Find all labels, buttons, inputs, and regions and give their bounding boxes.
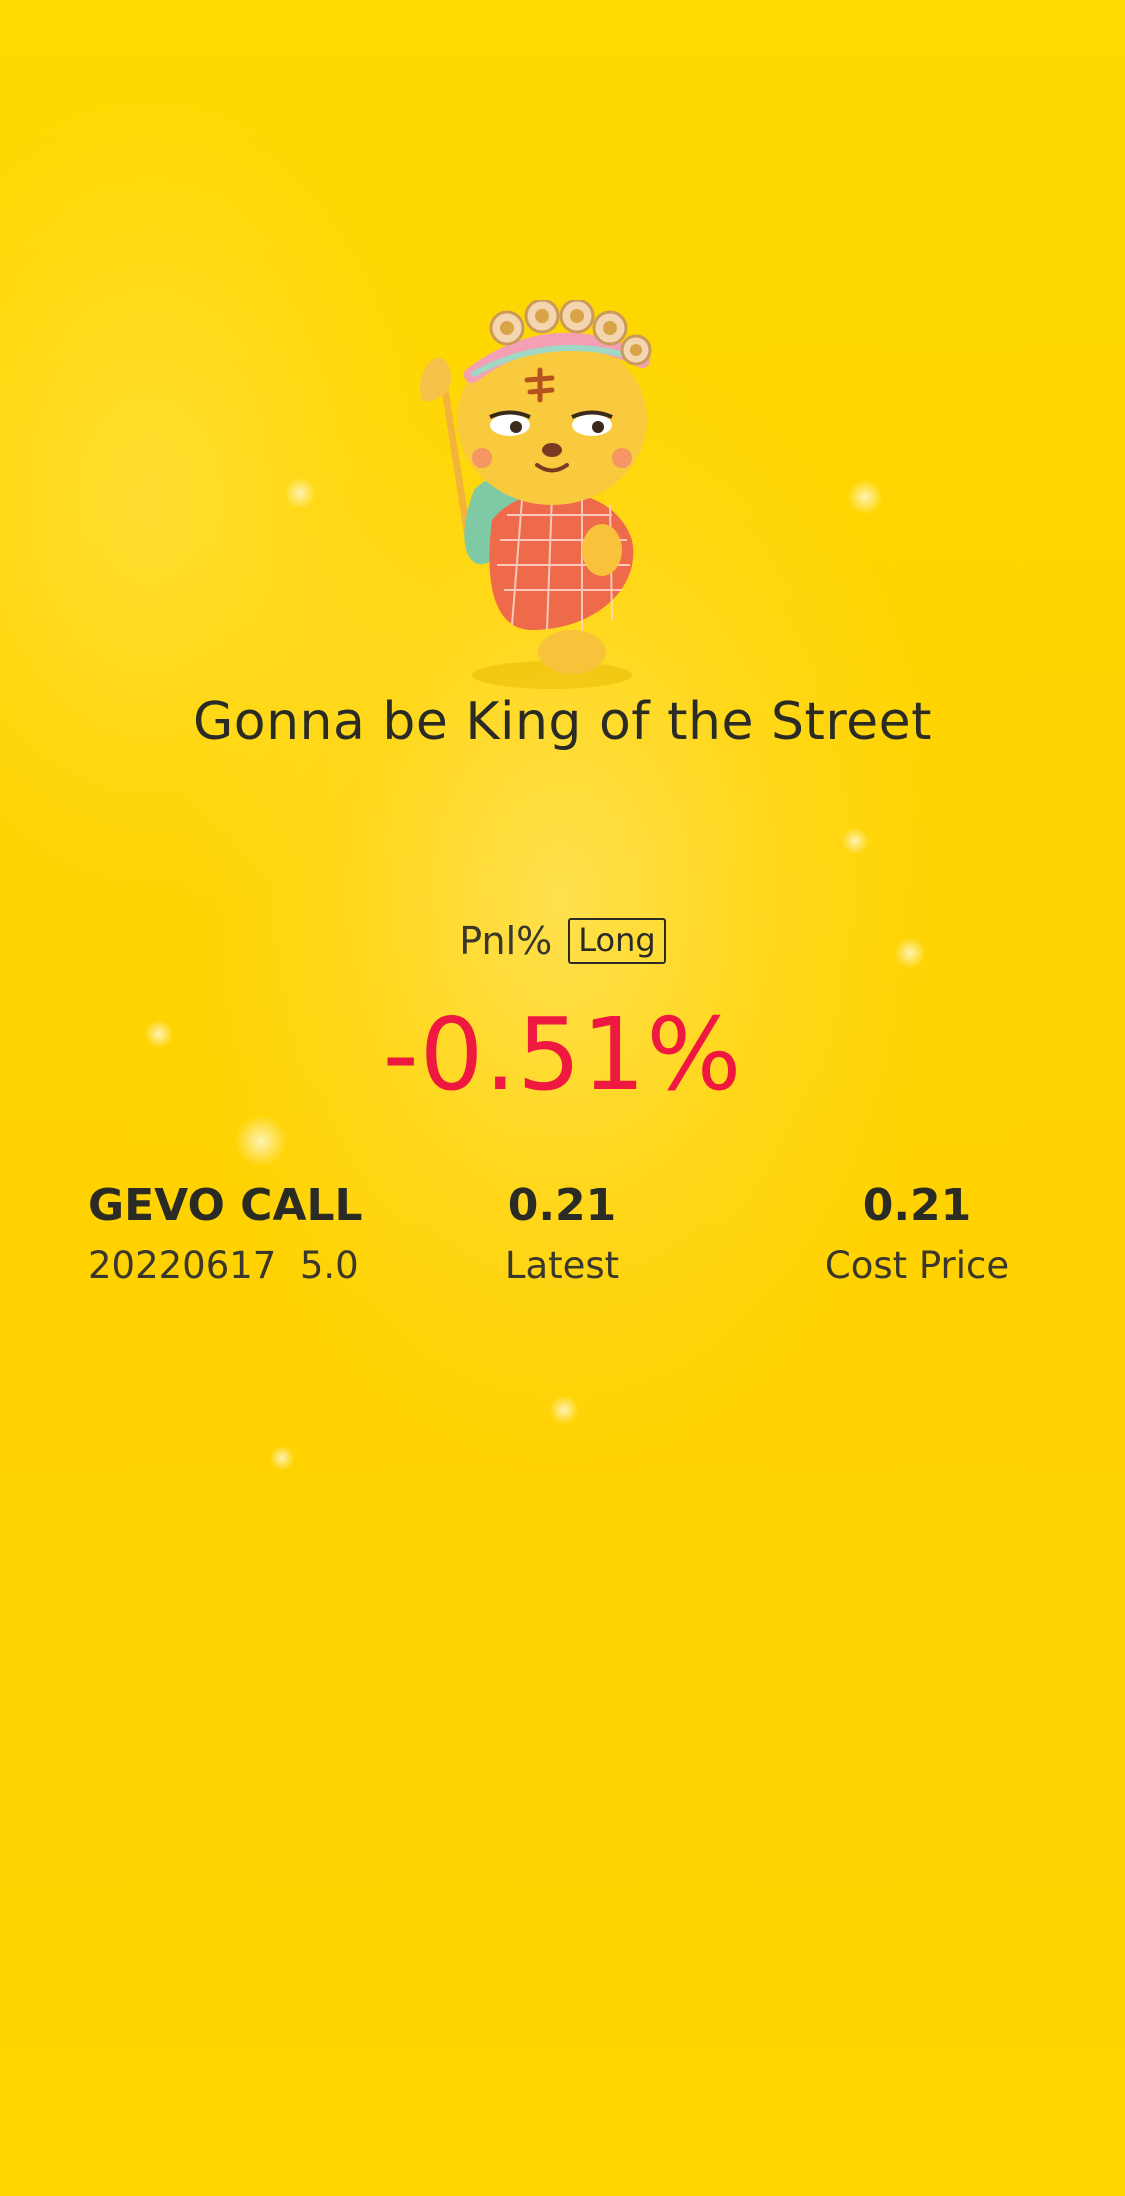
cost-value: 0.21 — [862, 1180, 972, 1231]
pnl-header: Pnl% Long — [0, 918, 1125, 964]
position-stats: GEVO CALL 20220617 5.0 0.21 Latest 0.21 … — [0, 1178, 1125, 1298]
position-name: GEVO CALL — [88, 1180, 363, 1231]
cost-price: 0.21 Cost Price — [800, 1178, 1034, 1294]
latest-label: Latest — [504, 1244, 620, 1287]
direction-badge: Long — [568, 918, 666, 964]
position-info: GEVO CALL 20220617 5.0 — [88, 1178, 363, 1294]
sparkle-decoration — [236, 1116, 286, 1166]
sparkle-decoration — [842, 828, 868, 854]
sparkle-decoration — [270, 1446, 294, 1470]
page-title: Gonna be King of the Street — [192, 692, 932, 752]
sparkle-decoration — [550, 1396, 578, 1424]
sparkle-decoration — [848, 480, 882, 514]
tiger-king-mascot-icon — [419, 300, 652, 689]
latest-price: 0.21 Latest — [462, 1178, 662, 1294]
position-details: 20220617 5.0 — [88, 1244, 359, 1287]
pnl-label: Pnl% — [459, 919, 553, 963]
cost-label: Cost Price — [824, 1244, 1010, 1287]
sparkle-decoration — [285, 478, 315, 508]
pnl-value: -0.51% — [382, 996, 743, 1113]
latest-value: 0.21 — [507, 1180, 617, 1231]
